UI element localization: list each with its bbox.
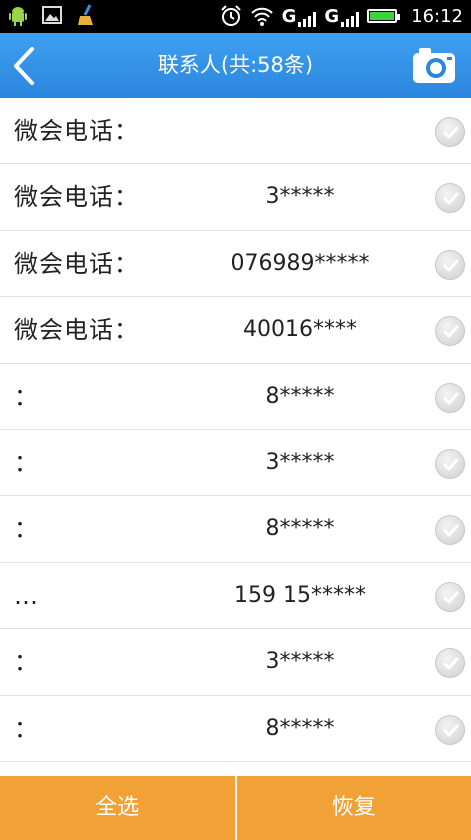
signal-bars-icon bbox=[341, 11, 360, 27]
broom-icon bbox=[78, 4, 93, 25]
checkbox-icon[interactable] bbox=[435, 581, 465, 612]
contact-phone: 8***** bbox=[265, 516, 335, 542]
checkbox-icon[interactable] bbox=[435, 714, 465, 745]
signal-2-label: G bbox=[324, 5, 340, 27]
checkbox-icon[interactable] bbox=[435, 316, 465, 347]
signal-bars-icon bbox=[298, 11, 317, 27]
alarm-icon bbox=[220, 5, 241, 26]
contact-row[interactable]: 微会电话： 40016**** bbox=[0, 297, 471, 364]
status-bar: G G 16:12 bbox=[0, 0, 471, 33]
android-icon bbox=[9, 7, 27, 26]
signal-2: G bbox=[324, 5, 360, 27]
contact-phone: 8***** bbox=[265, 383, 335, 409]
battery-icon bbox=[367, 9, 401, 23]
contact-row[interactable]: … 159 15***** bbox=[0, 563, 471, 630]
contact-phone: 159 15***** bbox=[234, 582, 366, 608]
contact-list: 微会电话： 微会电话： 3***** 微会电话： 076989***** 微会电话： 400… bbox=[0, 98, 471, 776]
contact-row[interactable]: ： 3***** bbox=[0, 629, 471, 696]
select-all-button[interactable]: 全选 bbox=[0, 776, 235, 840]
contact-phone: 3***** bbox=[265, 184, 335, 210]
wifi-icon bbox=[250, 7, 273, 26]
contact-phone: 3***** bbox=[265, 449, 335, 475]
camera-button[interactable] bbox=[411, 45, 457, 85]
bottom-bar: 全选 恢复 bbox=[0, 776, 471, 840]
checkbox-icon[interactable] bbox=[435, 515, 465, 546]
chevron-left-icon bbox=[14, 47, 34, 85]
page-title: 联系人(共:58条) bbox=[157, 53, 314, 77]
contact-row[interactable]: 微会电话： bbox=[0, 98, 471, 165]
signal-1: G bbox=[282, 6, 317, 27]
restore-button[interactable]: 恢复 bbox=[237, 776, 471, 840]
contact-row[interactable]: ： 8***** bbox=[0, 496, 471, 563]
checkbox-icon[interactable] bbox=[435, 249, 465, 280]
app-header: 联系人(共:58条) bbox=[0, 33, 471, 98]
checkbox-icon[interactable] bbox=[435, 648, 465, 679]
contact-row[interactable]: ： 8***** bbox=[0, 696, 471, 762]
contact-phone: 3***** bbox=[265, 649, 335, 675]
checkbox-icon[interactable] bbox=[435, 448, 465, 479]
contact-row[interactable]: ： 3***** bbox=[0, 430, 471, 497]
back-button[interactable] bbox=[0, 33, 60, 98]
camera-icon bbox=[413, 48, 455, 83]
clock: 16:12 bbox=[411, 5, 463, 27]
checkbox-icon[interactable] bbox=[435, 117, 465, 147]
image-icon bbox=[42, 6, 62, 24]
contact-phone: 8***** bbox=[265, 715, 335, 741]
contact-phone bbox=[190, 98, 410, 164]
checkbox-icon[interactable] bbox=[435, 382, 465, 413]
contact-phone: 076989***** bbox=[230, 250, 370, 276]
contact-row[interactable]: ： 8***** bbox=[0, 364, 471, 430]
signal-1-label: G bbox=[281, 5, 297, 27]
contact-phone: 40016**** bbox=[243, 317, 357, 343]
divider bbox=[234, 776, 237, 840]
contact-row[interactable]: 微会电话： 076989***** bbox=[0, 231, 471, 298]
contact-row[interactable]: 微会电话： 3***** bbox=[0, 164, 471, 231]
checkbox-icon[interactable] bbox=[435, 183, 465, 214]
